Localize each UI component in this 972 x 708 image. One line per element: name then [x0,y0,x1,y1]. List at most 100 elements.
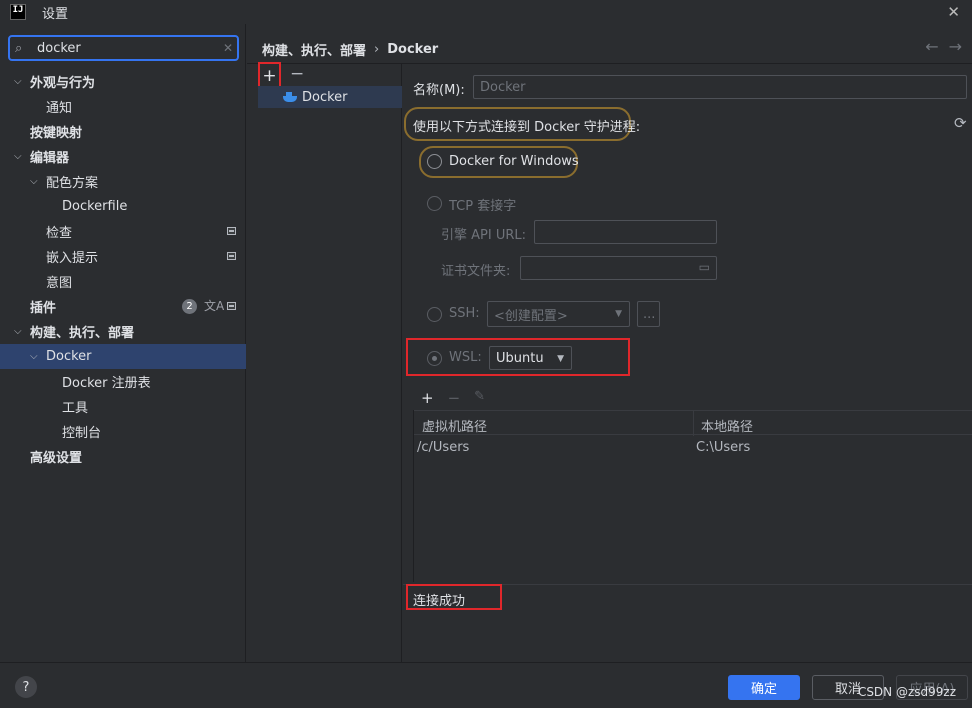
ssh-config-dropdown[interactable]: <创建配置> ▼ [487,301,630,327]
sidebar-item-console[interactable]: 控制台 [0,419,246,444]
sidebar-item-label: Dockerfile [62,199,128,214]
edit-mapping-icon[interactable]: ✎ [474,389,485,407]
connect-method-label: 使用以下方式连接到 Docker 守护进程: [413,120,641,135]
sidebar-item-label: 工具 [62,401,89,416]
sidebar-item-label: 配色方案 [46,176,99,191]
engine-api-url-field[interactable] [534,220,717,244]
search-input[interactable] [37,40,217,56]
chevron-down-icon[interactable]: ⌵ [30,176,38,187]
cert-folder-label: 证书文件夹: [441,264,511,279]
wsl-label: WSL: [449,350,482,365]
table-header: 虚拟机路径 本地路径 [414,410,972,436]
wsl-distribution-value: Ubuntu [496,350,544,366]
radio-tcp-socket[interactable] [427,196,442,211]
sidebar-item-notifications[interactable]: 通知 [0,94,246,119]
ssh-more-label: ... [643,306,656,322]
chevron-down-icon: ▼ [557,354,564,364]
engine-api-url-label: 引擎 API URL: [441,228,527,243]
column-header-local-path[interactable]: 本地路径 [701,416,753,435]
breadcrumb-current: Docker [387,42,439,57]
search-icon: ⌕ [15,40,23,56]
sidebar-item-color-scheme[interactable]: ⌵ 配色方案 [0,169,246,194]
sidebar-item-docker[interactable]: ⌵ Docker [0,344,246,369]
radio-wsl[interactable] [427,351,442,366]
wsl-distribution-dropdown[interactable]: Ubuntu ▼ [489,346,572,370]
title-bar: IJ 设置 ✕ [0,0,972,24]
add-mapping-button[interactable]: + [421,389,434,407]
translate-icon: 文A [204,299,225,313]
sidebar-item-label: 检查 [46,226,73,241]
back-arrow-icon[interactable]: ← [925,37,938,56]
search-box[interactable]: ⌕ ✕ [8,35,239,61]
dialog-footer: ? 确定 取消 应用(A) CSDN @zsd99zz [0,662,972,708]
ssh-label: SSH: [449,306,480,321]
folder-icon[interactable]: ▭ [699,260,710,274]
sidebar-item-label: Docker 注册表 [62,376,151,391]
docker-whale-icon [283,92,297,102]
help-button[interactable]: ? [15,676,37,698]
sidebar-item-build-execution-deployment[interactable]: ⌵ 构建、执行、部署 [0,319,246,344]
cert-folder-field[interactable]: ▭ [520,256,717,280]
radio-ssh[interactable] [427,307,442,322]
sidebar-item-advanced-settings[interactable]: 高级设置 [0,444,246,469]
remove-mapping-button[interactable]: − [448,389,461,407]
plugin-updates-badge: 2 [182,299,197,314]
sidebar-item-label: 通知 [46,101,73,116]
window-title: 设置 [42,6,69,22]
chevron-down-icon[interactable]: ⌵ [14,151,22,162]
sidebar-item-label: 高级设置 [30,451,83,466]
chevron-down-icon[interactable]: ⌵ [30,351,38,362]
mappings-toolbar: + − ✎ [421,389,485,407]
sidebar-item-tools[interactable]: 工具 [0,394,246,419]
column-divider [693,411,694,436]
breadcrumb-parent[interactable]: 构建、执行、部署 [262,40,366,59]
chevron-down-icon[interactable]: ⌵ [14,76,22,87]
sidebar-item-label: 嵌入提示 [46,251,99,266]
remove-connection-button[interactable]: − [290,64,304,84]
ssh-more-button[interactable]: ... [637,301,660,327]
sidebar-item-keymap[interactable]: 按键映射 [0,119,246,144]
sidebar-item-label: 构建、执行、部署 [30,326,135,341]
forward-arrow-icon[interactable]: → [949,37,962,56]
ssh-config-value: <创建配置> [494,308,568,324]
sidebar-item-editor[interactable]: ⌵ 编辑器 [0,144,246,169]
sidebar-item-label: 编辑器 [30,151,70,166]
sidebar-item-docker-registry[interactable]: Docker 注册表 [0,369,246,394]
sidebar-item-intentions[interactable]: 意图 [0,269,246,294]
table-cell-vm-path[interactable]: /c/Users [417,440,469,455]
sidebar-item-dockerfile[interactable]: Dockerfile [0,194,246,219]
chevron-down-icon: ▼ [615,309,622,319]
sidebar-item-label: 控制台 [62,426,102,441]
docker-connection-item[interactable]: Docker [258,86,402,108]
sidebar-item-inspections[interactable]: 检查 [0,219,246,244]
tcp-socket-label: TCP 套接字 [449,199,517,214]
table-cell-local-path[interactable]: C:\Users [696,440,750,455]
radio-docker-for-windows[interactable] [427,154,442,169]
path-mappings-table: 虚拟机路径 本地路径 /c/Users C:\Users [413,410,972,582]
sidebar-item-plugins[interactable]: 插件 2 文A [0,294,246,319]
sidebar-item-label: 按键映射 [30,126,83,141]
docker-connections-panel [247,64,402,662]
breadcrumb: 构建、执行、部署 › Docker [262,40,438,59]
settings-sidebar: ⌕ ✕ ⌵ 外观与行为 通知 按键映射 ⌵ 编辑器 ⌵ 配色方案 Dockerf… [0,24,246,662]
sidebar-item-label: 意图 [46,276,73,291]
intellij-logo-icon: IJ [10,4,26,20]
chevron-down-icon[interactable]: ⌵ [14,326,22,337]
ok-button[interactable]: 确定 [728,675,800,700]
csdn-watermark: CSDN @zsd99zz [857,685,956,699]
name-label: 名称(M): [413,83,465,98]
sidebar-item-appearance[interactable]: ⌵ 外观与行为 [0,69,246,94]
clear-search-icon[interactable]: ✕ [223,41,233,55]
add-connection-button[interactable]: + [258,62,281,89]
column-header-vm-path[interactable]: 虚拟机路径 [422,416,487,435]
history-nav: ← → [925,37,962,56]
name-field[interactable]: Docker [473,75,967,99]
docker-connection-label: Docker [302,89,348,105]
connection-status-text: 连接成功 [413,594,466,609]
close-window-button[interactable]: ✕ [947,3,960,21]
sidebar-item-label: Docker [46,349,92,364]
refresh-icon[interactable]: ⟳ [954,114,967,132]
name-field-value: Docker [480,79,526,95]
sidebar-item-inlay-hints[interactable]: 嵌入提示 [0,244,246,269]
sidebar-item-label: 外观与行为 [30,76,96,91]
